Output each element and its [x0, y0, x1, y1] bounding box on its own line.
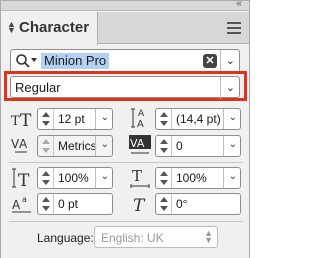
clear-icon[interactable]: ✕ — [203, 54, 217, 68]
font-style-value: Regular — [15, 80, 61, 95]
skew-field[interactable]: 0° — [155, 193, 241, 215]
leading-stepper[interactable] — [156, 109, 172, 129]
chevron-down-icon[interactable]: ⌄ — [229, 112, 237, 123]
font-family-field[interactable]: Minion Pro ✕ ⌄ — [10, 49, 240, 73]
svg-text:T: T — [20, 111, 32, 130]
dropdown-separator — [223, 168, 224, 188]
kerning-stepper[interactable] — [38, 136, 54, 156]
search-icon[interactable] — [15, 53, 31, 69]
kerning-value[interactable]: Metrics — [58, 139, 97, 153]
tracking-field[interactable]: 0 ⌄ — [155, 135, 241, 157]
baseline-shift-icon: A a — [12, 195, 31, 213]
svg-text:a: a — [22, 195, 27, 204]
font-size-icon: T T — [11, 111, 32, 130]
svg-text:T: T — [11, 114, 20, 129]
skew-icon: T — [133, 196, 146, 215]
baseline-shift-field[interactable]: 0 pt — [37, 193, 113, 215]
leading-icon: A A — [131, 108, 145, 129]
tracking-value[interactable]: 0 — [176, 139, 183, 153]
font-size-stepper[interactable] — [38, 109, 54, 129]
horizontal-scale-stepper[interactable] — [156, 168, 172, 188]
vertical-scale-icon: T — [12, 168, 30, 189]
kerning-field[interactable]: Metrics ⌄ — [37, 135, 113, 157]
kerning-icon: V A — [11, 137, 28, 153]
dropdown-separator — [95, 168, 96, 188]
font-size-value[interactable]: 12 pt — [58, 112, 85, 126]
panel-tab-row: ▲ ▼ Character — [1, 12, 249, 45]
leading-value[interactable]: (14,4 pt) — [176, 112, 221, 126]
dropdown-separator — [95, 136, 96, 156]
section-divider — [9, 221, 243, 222]
horizontal-scale-field[interactable]: 100% ⌄ — [155, 167, 241, 189]
chevron-down-icon[interactable]: ⌄ — [229, 139, 237, 150]
search-options-arrow-icon[interactable] — [31, 58, 37, 62]
font-size-field[interactable]: 12 pt ⌄ — [37, 108, 113, 130]
character-panel: ‹‹ ▲ ▼ Character Minion Pro ✕ ⌄ Regular ⌄… — [0, 0, 250, 258]
chevron-down-icon[interactable]: ⌄ — [226, 54, 235, 67]
tracking-icon: VA — [129, 135, 151, 154]
dropdown-separator — [220, 77, 221, 99]
horizontal-scale-icon: T — [130, 167, 150, 188]
chevron-down-icon[interactable]: ⌄ — [101, 139, 109, 150]
dropdown-separator — [223, 136, 224, 156]
baseline-shift-value[interactable]: 0 pt — [58, 197, 78, 211]
tab-toggle-icon[interactable]: ▲ ▼ — [7, 20, 16, 35]
tracking-stepper[interactable] — [156, 136, 172, 156]
tab-title: Character — [19, 19, 90, 36]
chevron-down-icon[interactable]: ⌄ — [101, 171, 109, 182]
svg-text:A: A — [12, 198, 21, 212]
skew-value[interactable]: 0° — [176, 197, 187, 211]
svg-text:T: T — [133, 196, 146, 215]
chevron-down-icon[interactable]: ⌄ — [101, 112, 109, 123]
svg-text:A: A — [138, 109, 145, 119]
svg-text:VA: VA — [130, 137, 145, 150]
vertical-scale-field[interactable]: 100% ⌄ — [37, 167, 113, 189]
svg-text:A: A — [137, 119, 144, 129]
horizontal-scale-value[interactable]: 100% — [176, 171, 207, 185]
skew-stepper[interactable] — [156, 194, 172, 214]
chevron-down-icon[interactable]: ⌄ — [226, 81, 235, 94]
tab-character[interactable]: ▲ ▼ Character — [1, 12, 98, 45]
chevron-down-icon[interactable]: ⌄ — [229, 171, 237, 182]
svg-text:T: T — [132, 167, 142, 185]
select-arrows-icon[interactable]: ▲ ▼ — [204, 229, 213, 245]
svg-text:T: T — [18, 171, 30, 189]
section-divider — [9, 162, 243, 163]
collapse-panel-icon[interactable]: ‹‹ — [236, 0, 242, 10]
language-select[interactable]: English: UK ▲ ▼ — [94, 226, 218, 248]
language-label: Language: — [37, 231, 94, 245]
dropdown-separator — [220, 50, 221, 72]
panel-menu-icon[interactable] — [227, 22, 241, 34]
panel-titlebar[interactable]: ‹‹ — [1, 0, 249, 11]
vertical-scale-stepper[interactable] — [38, 168, 54, 188]
svg-text:A: A — [19, 137, 28, 151]
dropdown-separator — [223, 109, 224, 129]
font-family-value[interactable]: Minion Pro — [41, 53, 110, 69]
language-value: English: UK — [101, 231, 164, 245]
baseline-shift-stepper[interactable] — [38, 194, 54, 214]
dropdown-separator — [95, 109, 96, 129]
font-style-select[interactable]: Regular ⌄ — [10, 76, 240, 99]
vertical-scale-value[interactable]: 100% — [58, 171, 89, 185]
leading-field[interactable]: (14,4 pt) ⌄ — [155, 108, 241, 130]
